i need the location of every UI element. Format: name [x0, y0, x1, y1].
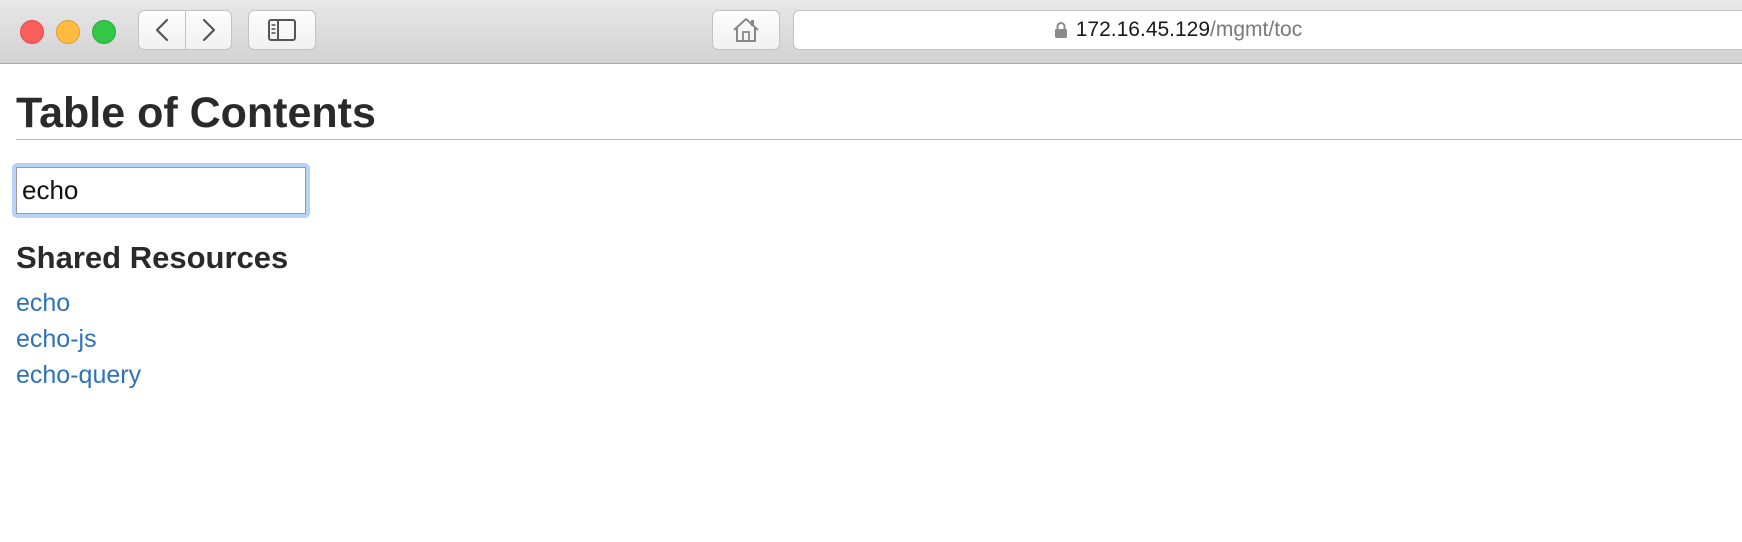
search-input[interactable]: [16, 167, 306, 214]
sidebar-toggle-button[interactable]: [248, 10, 316, 50]
sidebar-icon: [268, 19, 296, 41]
list-item: echo-query: [16, 361, 141, 397]
resource-list: echo echo-js echo-query: [16, 289, 141, 397]
url-path: /mgmt/toc: [1210, 18, 1303, 41]
browser-toolbar: 172.16.45.129/mgmt/toc: [0, 0, 1742, 64]
home-icon: [733, 18, 759, 42]
url-host: 172.16.45.129: [1075, 18, 1211, 41]
chevron-right-icon: [202, 18, 215, 42]
list-item: echo-js: [16, 325, 141, 361]
url-display: 172.16.45.129/mgmt/toc: [1054, 18, 1302, 42]
window-zoom-button[interactable]: [92, 20, 116, 44]
page-title: Table of Contents: [16, 89, 376, 137]
page-content: Table of Contents Shared Resources echo …: [0, 64, 1742, 542]
lock-icon: [1054, 21, 1068, 39]
back-button[interactable]: [138, 10, 186, 50]
forward-button[interactable]: [185, 10, 232, 50]
title-divider: [16, 139, 1742, 140]
window-close-button[interactable]: [20, 20, 44, 44]
address-bar[interactable]: 172.16.45.129/mgmt/toc: [793, 10, 1742, 50]
resource-link-echo[interactable]: echo: [16, 289, 70, 317]
chevron-left-icon: [155, 18, 169, 42]
section-heading: Shared Resources: [16, 240, 289, 275]
window-minimize-button[interactable]: [56, 20, 80, 44]
list-item: echo: [16, 289, 141, 325]
resource-link-echo-query[interactable]: echo-query: [16, 361, 141, 389]
home-button[interactable]: [712, 10, 780, 50]
resource-link-echo-js[interactable]: echo-js: [16, 325, 97, 353]
